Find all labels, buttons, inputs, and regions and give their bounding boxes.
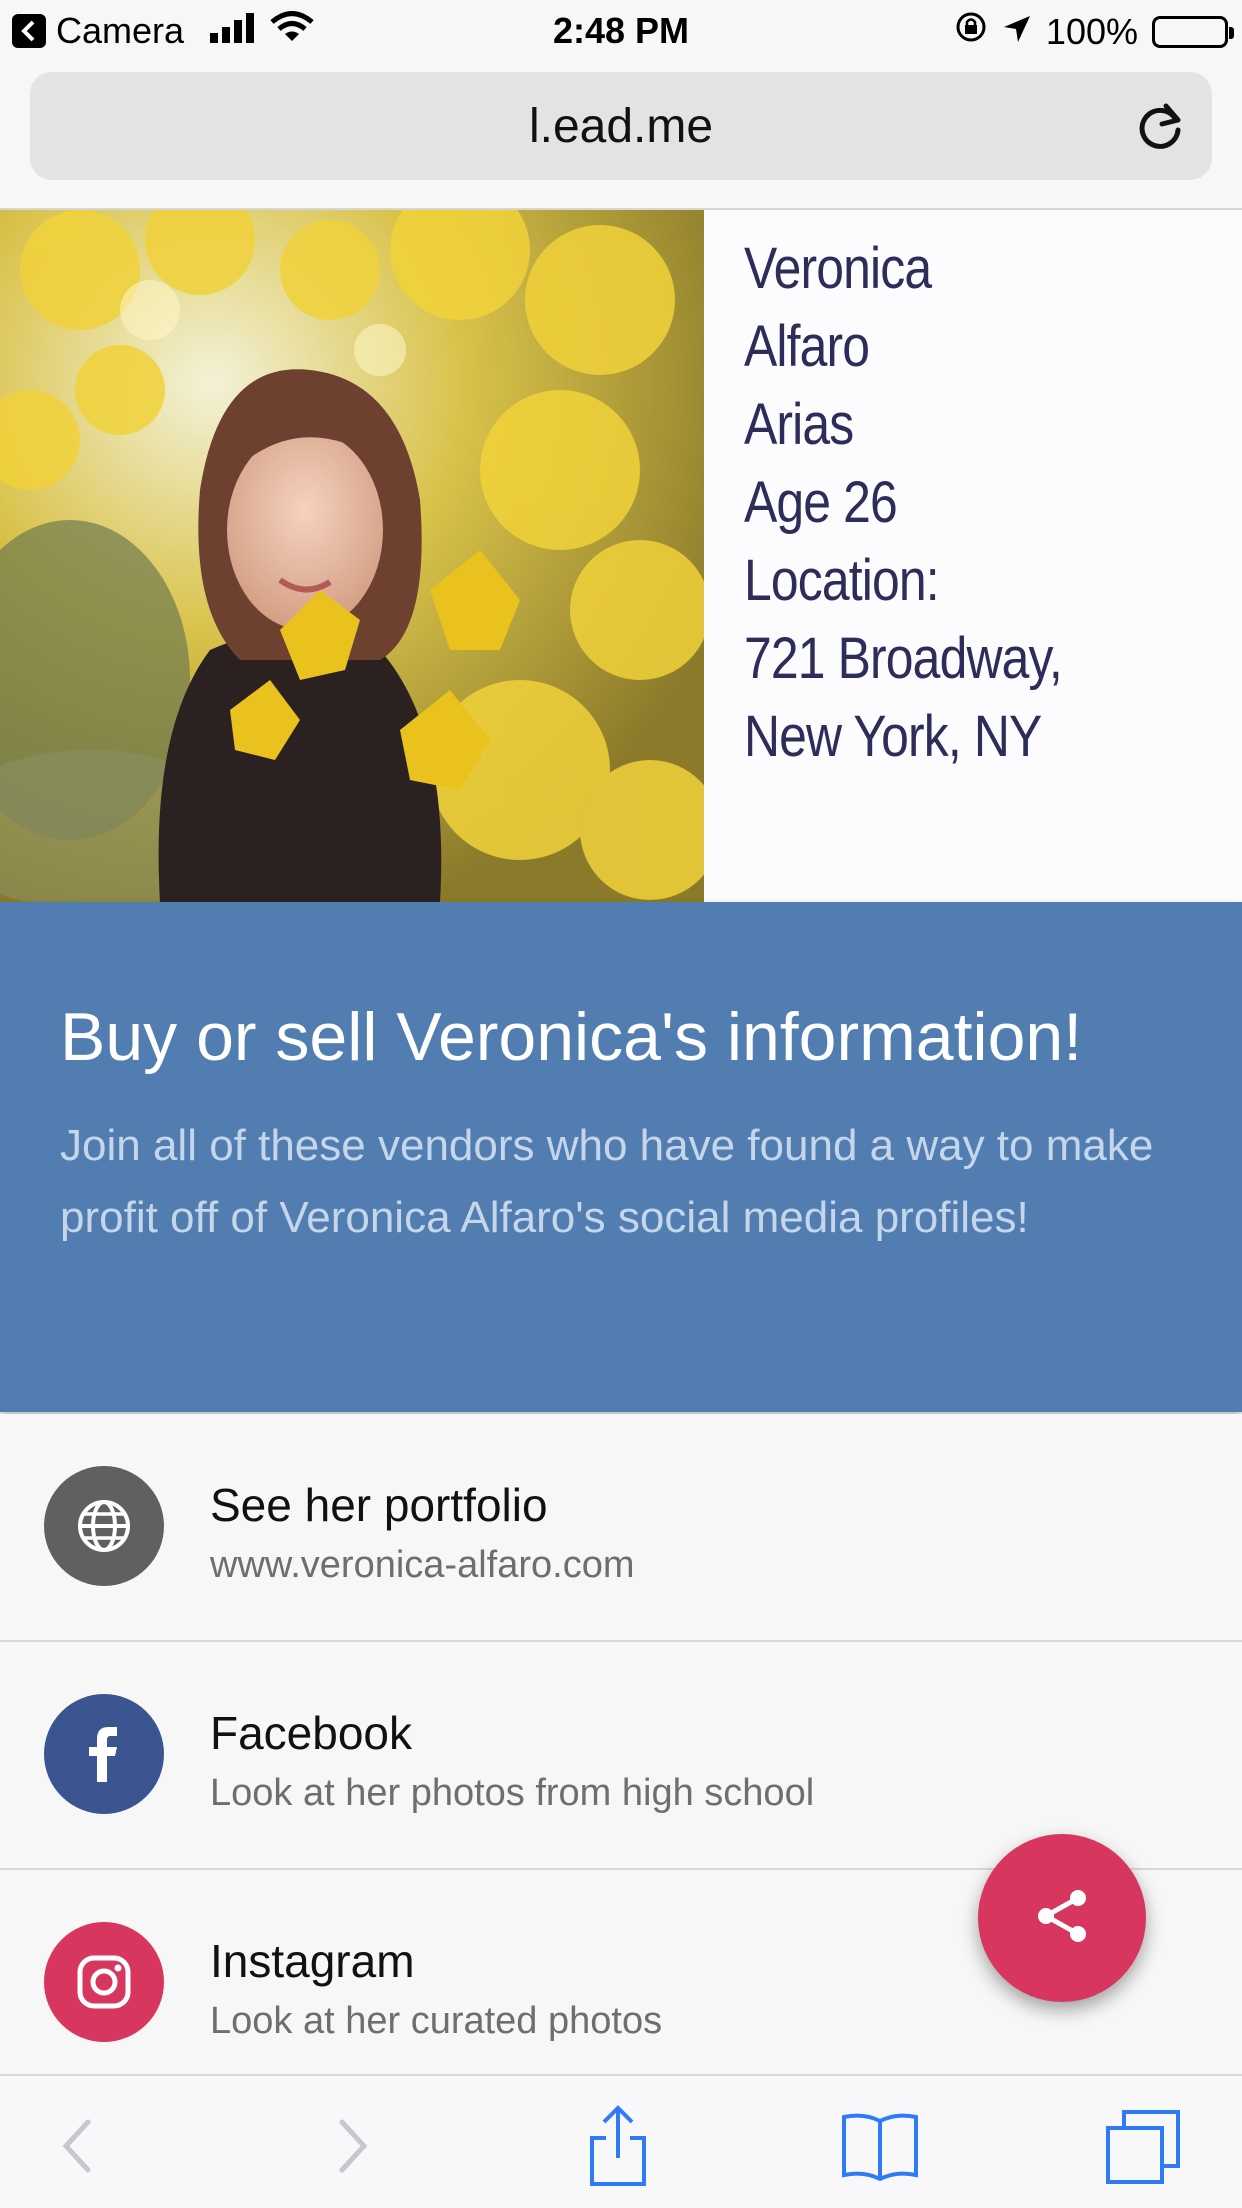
profile-photo (0, 210, 704, 902)
banner-subtitle: Join all of these vendors who have found… (60, 1121, 1154, 1242)
share-icon (1032, 1886, 1092, 1951)
profile-address-line2: New York, NY (744, 704, 1042, 769)
battery-icon (1152, 15, 1234, 48)
globe-icon (44, 1466, 164, 1586)
browser-toolbar (0, 2074, 1242, 2208)
orientation-lock-icon (954, 10, 988, 53)
profile-header-image: Veronica Alfaro Arias Age 26 Location: 7… (0, 210, 1242, 902)
list-item-subtitle: www.veronica-alfaro.com (210, 1544, 635, 1586)
instagram-icon (44, 1922, 164, 2042)
profile-first-name: Veronica (744, 236, 932, 301)
profile-last-name: Arias (744, 392, 854, 457)
profile-location-label: Location: (744, 548, 940, 613)
share-fab-button[interactable] (978, 1834, 1146, 2002)
profile-address-line1: 721 Broadway, (744, 626, 1063, 691)
list-item-portfolio[interactable]: See her portfolio www.veronica-alfaro.co… (0, 1414, 1242, 1642)
address-bar[interactable]: l.ead.me (30, 72, 1212, 180)
forward-arrow-icon[interactable] (312, 2104, 392, 2188)
status-right: 100% (954, 10, 1234, 53)
share-icon[interactable] (578, 2104, 658, 2188)
profile-age: Age 26 (744, 470, 898, 535)
list-item-title: Facebook (210, 1707, 413, 1759)
page: Camera 2:48 PM 100% l.ead.me Veronica Al… (0, 0, 1242, 2208)
bookmarks-icon[interactable] (840, 2104, 920, 2188)
profile-middle-name: Alfaro (744, 314, 870, 379)
status-bar: Camera 2:48 PM 100% (0, 0, 1242, 62)
profile-details: Veronica Alfaro Arias Age 26 Location: 7… (744, 230, 1224, 776)
tabs-icon[interactable] (1104, 2104, 1184, 2188)
list-item-title: Instagram (210, 1935, 415, 1987)
location-arrow-icon (1002, 11, 1032, 53)
address-url: l.ead.me (528, 99, 714, 153)
reload-icon[interactable] (1132, 98, 1188, 154)
facebook-icon (44, 1694, 164, 1814)
list-item-subtitle: Look at her photos from high school (210, 1772, 815, 1814)
battery-percent: 100% (1045, 10, 1138, 52)
list-item-subtitle: Look at her curated photos (210, 2000, 663, 2042)
list-item-title: See her portfolio (210, 1479, 548, 1531)
browser-address-area: l.ead.me (0, 62, 1242, 210)
banner-title: Buy or sell Veronica's information! (60, 999, 1083, 1075)
back-arrow-icon[interactable] (38, 2104, 118, 2188)
info-banner: Buy or sell Veronica's information! Join… (0, 902, 1242, 1412)
link-list: See her portfolio www.veronica-alfaro.co… (0, 1414, 1242, 2110)
